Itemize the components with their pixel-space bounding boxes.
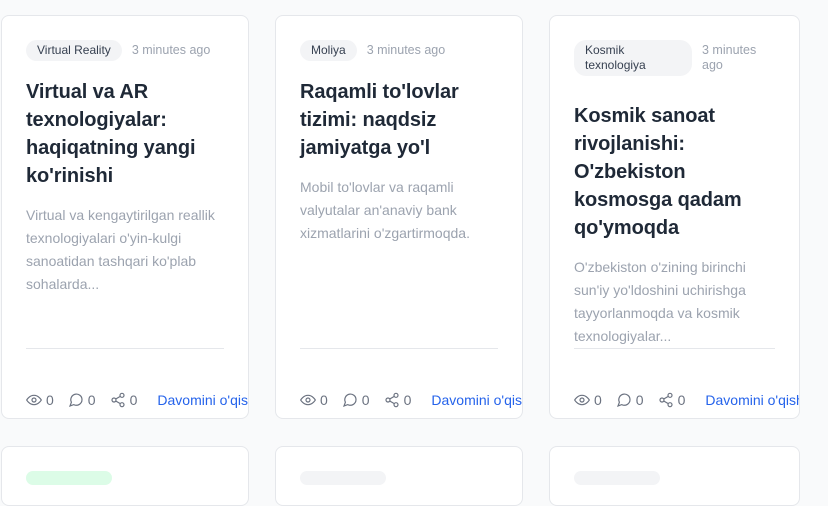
share-icon: [658, 392, 673, 408]
read-more-link[interactable]: Davomini o'qish →: [705, 392, 799, 408]
eye-icon: [300, 394, 316, 406]
category-badge-partial: [26, 471, 112, 485]
shares-count: 0: [677, 392, 686, 408]
views-stat: 0: [574, 392, 602, 408]
shares-stat[interactable]: 0: [658, 392, 686, 408]
views-stat: 0: [26, 392, 54, 408]
eye-icon: [574, 394, 590, 406]
article-card-partial[interactable]: [275, 446, 523, 506]
shares-count: 0: [403, 392, 412, 408]
category-badge-partial: [574, 471, 660, 485]
divider: [26, 348, 224, 349]
views-count: 0: [320, 392, 328, 408]
shares-count: 0: [129, 392, 138, 408]
views-stat: 0: [300, 392, 328, 408]
category-badge[interactable]: Virtual Reality: [26, 40, 122, 61]
views-count: 0: [46, 392, 54, 408]
read-more-link[interactable]: Davomini o'qish →: [431, 392, 522, 408]
category-badge[interactable]: Kosmik texnologiya: [574, 40, 692, 76]
divider: [574, 348, 775, 349]
views-count: 0: [594, 392, 602, 408]
timestamp: 3 minutes ago: [702, 43, 757, 72]
article-footer: 0 0 0 Davomini o'qish →: [300, 392, 522, 408]
comments-stat[interactable]: 0: [68, 392, 96, 408]
divider: [300, 348, 498, 349]
timestamp: 3 minutes ago: [131, 43, 211, 57]
article-card-partial[interactable]: [1, 446, 249, 506]
timestamp: 3 minutes ago: [366, 43, 446, 57]
article-card[interactable]: Moliya 3 minutes ago Raqamli to'lovlar t…: [275, 15, 523, 419]
article-card[interactable]: Virtual Reality 3 minutes ago Virtual va…: [1, 15, 249, 419]
share-icon: [110, 392, 125, 408]
comments-stat[interactable]: 0: [616, 392, 644, 408]
comment-icon: [68, 393, 83, 408]
article-title[interactable]: Raqamli to'lovlar tizimi: naqdsiz jamiya…: [300, 78, 498, 162]
share-icon: [384, 392, 399, 408]
article-excerpt: O'zbekiston o'zining birinchi sun'iy yo'…: [574, 259, 746, 344]
article-excerpt: Virtual va kengaytirilgan reallik texnol…: [26, 207, 215, 292]
comments-count: 0: [87, 392, 96, 408]
comments-count: 0: [635, 392, 644, 408]
article-footer: 0 0 0 Davomini o'qish →: [574, 392, 799, 408]
eye-icon: [26, 394, 42, 406]
comments-count: 0: [361, 392, 370, 408]
shares-stat[interactable]: 0: [110, 392, 138, 408]
article-title[interactable]: Kosmik sanoat rivojlanishi: O'zbekiston …: [574, 102, 775, 242]
shares-stat[interactable]: 0: [384, 392, 412, 408]
read-more-link[interactable]: Davomini o'qish →: [157, 392, 248, 408]
comment-icon: [616, 393, 631, 408]
comments-stat[interactable]: 0: [342, 392, 370, 408]
article-title[interactable]: Virtual va AR texnologiyalar: haqiqatnin…: [26, 78, 224, 190]
comment-icon: [342, 393, 357, 408]
article-card-partial[interactable]: [549, 446, 800, 506]
article-card[interactable]: Kosmik texnologiya 3 minutes ago Kosmik …: [549, 15, 800, 419]
category-badge[interactable]: Moliya: [300, 40, 357, 61]
article-footer: 0 0 0 Davomini o'qish →: [26, 392, 248, 408]
article-excerpt: Mobil to'lovlar va raqamli valyutalar an…: [300, 179, 470, 241]
category-badge-partial: [300, 471, 386, 485]
